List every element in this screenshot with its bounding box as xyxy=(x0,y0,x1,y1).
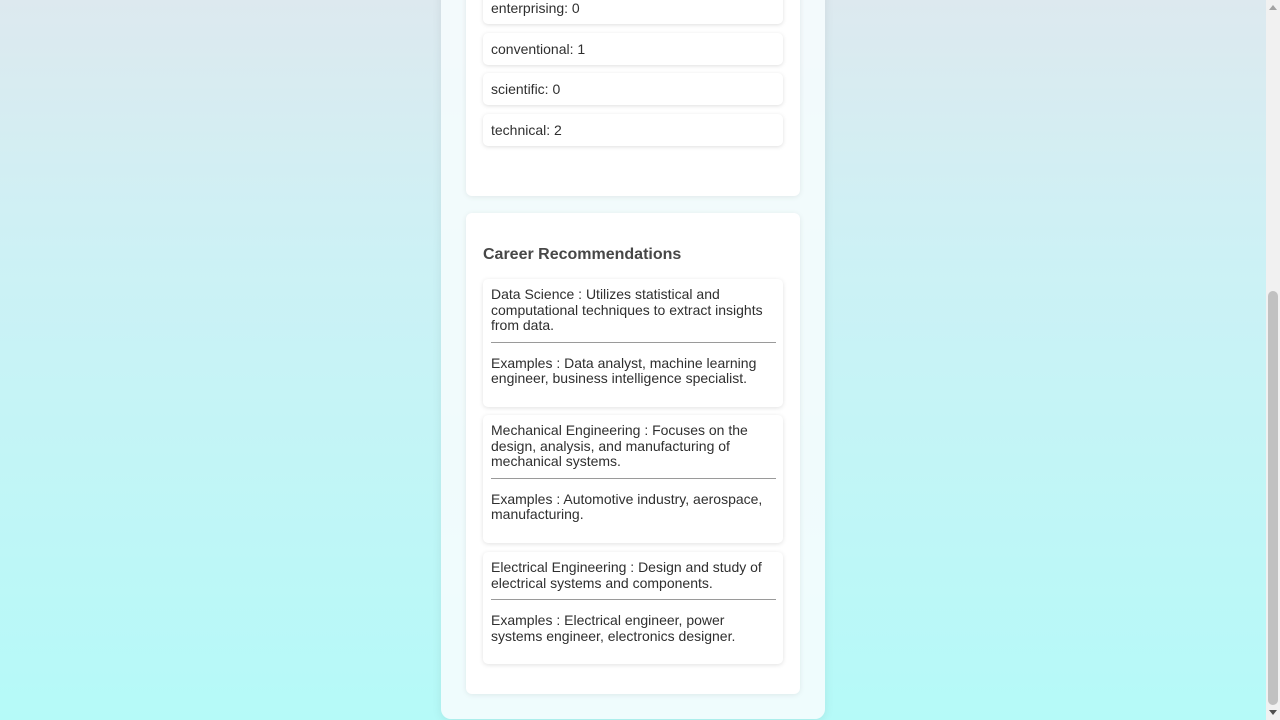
divider xyxy=(491,477,776,479)
scroll-up-arrow-icon[interactable] xyxy=(1269,5,1277,10)
scroll-down-arrow-icon[interactable] xyxy=(1269,710,1277,715)
divider xyxy=(491,341,776,343)
career-card-mechanical-engineering: Mechanical Engineering : Focuses on the … xyxy=(483,415,783,543)
career-card-electrical-engineering: Electrical Engineering : Design and stud… xyxy=(483,552,783,664)
interest-scores-panel: enterprising: 0 conventional: 1 scientif… xyxy=(466,0,800,196)
vertical-scrollbar[interactable] xyxy=(1266,0,1280,720)
career-description: Mechanical Engineering : Focuses on the … xyxy=(491,422,748,469)
section-title: Career Recommendations xyxy=(483,246,682,263)
score-item-technical: technical: 2 xyxy=(483,114,783,146)
score-item-enterprising: enterprising: 0 xyxy=(483,0,783,24)
career-examples: Examples : Automotive industry, aerospac… xyxy=(491,490,763,522)
career-examples: Examples : Data analyst, machine learnin… xyxy=(491,354,757,386)
career-recommendations-panel: Career Recommendations Data Science : Ut… xyxy=(466,213,800,694)
divider xyxy=(491,599,776,600)
scrollbar-thumb[interactable] xyxy=(1268,291,1278,705)
career-description: Data Science : Utilizes statistical and … xyxy=(491,286,763,333)
score-item-conventional: conventional: 1 xyxy=(483,33,783,65)
score-item-scientific: scientific: 0 xyxy=(483,73,783,105)
results-container: enterprising: 0 conventional: 1 scientif… xyxy=(441,0,825,719)
career-description: Electrical Engineering : Design and stud… xyxy=(491,559,762,591)
career-examples: Examples : Electrical engineer, power sy… xyxy=(491,612,736,644)
career-card-data-science: Data Science : Utilizes statistical and … xyxy=(483,279,783,407)
